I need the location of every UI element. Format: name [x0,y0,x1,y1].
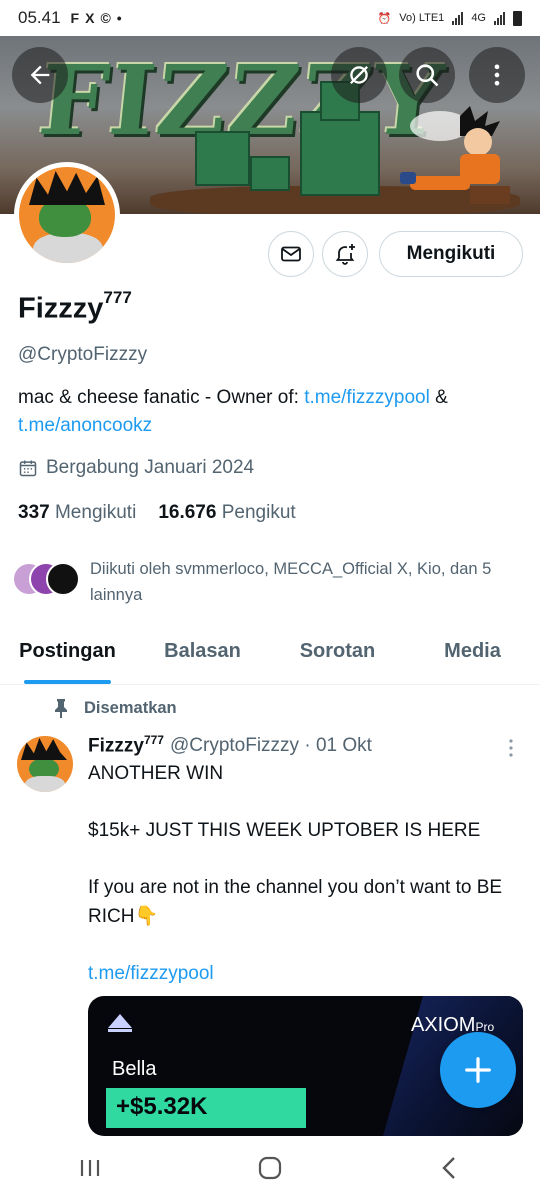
grok-button[interactable] [331,47,387,103]
mail-icon [281,246,301,262]
bell-plus-icon [335,244,355,265]
signal-icon [452,11,464,25]
calendar-icon [19,460,37,477]
network-4g-label: 4G [471,12,486,24]
tab-media[interactable]: Media [405,628,540,684]
following-button[interactable]: Mengikuti [379,231,523,277]
post-link[interactable]: t.me/fizzzypool [88,960,518,989]
more-options-button[interactable] [469,47,525,103]
media-user: Bella [112,1058,157,1080]
money-stack [300,111,380,196]
followed-by-text: Diikuti oleh svmmerloco, MECCA_Official … [90,560,492,604]
profile-handle: @CryptoFizzzy [18,344,148,365]
cartoon-character [400,106,510,204]
active-tab-indicator [24,680,111,684]
back-button[interactable] [12,47,68,103]
status-bar: 05.41 F X © • ⏰ Vo) LTE1 4G [0,0,540,36]
status-right: ⏰ Vo) LTE1 4G [377,10,522,26]
post-more-icon[interactable] [505,738,517,758]
signal-icon-2 [494,11,505,25]
money-stack [195,131,250,186]
status-time: 05.41 [18,8,61,27]
profile-tabs: Postingan Balasan Sorotan Media [0,628,540,685]
pin-icon [55,699,67,718]
whatsapp-icon: © [100,10,111,26]
alarm-icon: ⏰ [377,12,392,25]
post-meta: @CryptoFizzzy · 01 Okt [169,735,372,757]
joined-date: Bergabung Januari 2024 [18,457,254,479]
volte-label: Vo) LTE1 [399,12,445,24]
notification-icons: F X © • [71,10,122,26]
followers-count[interactable]: 16.676 Pengikut [158,502,295,524]
bio-link-anoncookz[interactable]: t.me/anoncookz [18,415,152,436]
post-text: ANOTHER WIN $15k+ JUST THIS WEEK UPTOBER… [88,760,518,988]
post-avatar[interactable] [17,736,73,792]
battery-icon [513,10,522,26]
plus-icon [465,1057,491,1083]
x-icon: X [85,10,95,26]
search-icon [416,64,439,87]
avatar-image [19,167,115,263]
profile-bio: mac & cheese fanatic - Owner of: t.me/fi… [18,387,448,436]
bio-link-fizzzypool[interactable]: t.me/fizzzypool [304,387,430,408]
tab-postingan[interactable]: Postingan [0,628,135,684]
profile-name: Fizzzy777 [18,288,132,325]
profile-avatar[interactable] [14,162,120,268]
following-count[interactable]: 337 Mengikuti [18,502,136,524]
home-icon[interactable] [257,1155,283,1181]
notification-subscribe-button[interactable] [322,231,368,277]
avatar [46,562,80,596]
facebook-icon: F [70,10,80,26]
tab-balasan[interactable]: Balasan [135,628,270,684]
followed-by-avatars [12,562,80,598]
compose-button[interactable] [440,1032,516,1108]
pinned-label: Disematkan [52,698,177,718]
followed-by[interactable]: Diikuti oleh svmmerloco, MECCA_Official … [12,556,530,608]
no-filter-icon [350,66,368,84]
system-nav-bar [0,1136,540,1200]
more-vertical-icon [494,64,500,86]
media-pnl: +$5.32K [106,1088,306,1128]
money-stack [250,156,290,191]
back-arrow-icon [30,65,50,85]
tab-sorotan[interactable]: Sorotan [270,628,405,684]
post-author-name[interactable]: Fizzzy777 [88,733,164,757]
recent-apps-icon[interactable] [77,1155,103,1181]
search-button[interactable] [399,47,455,103]
profile-stats: 337 Mengikuti 16.676 Pengikut [18,502,296,524]
post-header: Fizzzy777 @CryptoFizzzy · 01 Okt [88,733,372,757]
dot-icon: • [116,10,122,26]
message-button[interactable] [268,231,314,277]
axiom-logo-icon [108,1014,132,1032]
back-nav-icon[interactable] [437,1155,463,1181]
